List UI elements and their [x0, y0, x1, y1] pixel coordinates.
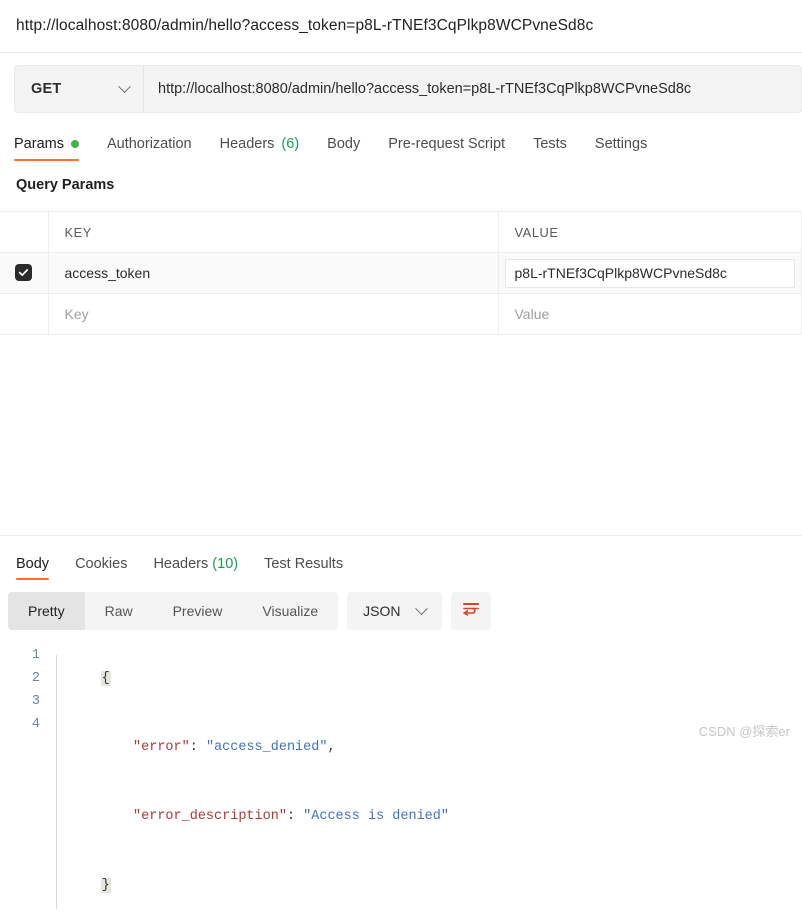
line-number: 2	[31, 671, 40, 686]
empty-param-key-cell[interactable]: Key	[48, 293, 499, 335]
table-header-checkbox-cell	[0, 211, 49, 253]
line-number-gutter: 1 2 3 4	[0, 644, 52, 920]
tab-authorization[interactable]: Authorization	[107, 136, 208, 161]
response-tab-body[interactable]: Body	[8, 556, 57, 580]
chevron-down-icon	[414, 601, 428, 615]
request-tabs: Params Authorization Headers (6) Body Pr…	[14, 127, 802, 161]
wrap-text-button[interactable]	[450, 592, 491, 630]
chevron-down-icon	[118, 79, 131, 93]
query-params-heading: Query Params	[16, 177, 115, 193]
response-view-mode-group: Pretty Raw Preview Visualize	[8, 592, 339, 630]
tab-tests[interactable]: Tests	[533, 136, 583, 161]
response-tab-test-results[interactable]: Test Results	[256, 556, 351, 580]
http-method-label: GET	[31, 81, 62, 97]
tab-tests-label: Tests	[533, 136, 567, 152]
line-number: 1	[31, 648, 40, 663]
tab-headers-count: (6)	[281, 136, 300, 152]
query-params-table: KEY VALUE access_token p8L-rTNEf3CqPlkp8…	[0, 211, 802, 335]
wrap-text-icon	[462, 601, 480, 622]
request-bar: GET http://localhost:8080/admin/hello?ac…	[14, 65, 802, 113]
json-close-brace: }	[100, 878, 111, 893]
tab-pre-request-script-label: Pre-request Script	[388, 136, 506, 152]
tab-params-label: Params	[14, 136, 64, 152]
response-format-toolbar: Pretty Raw Preview Visualize JSON	[8, 592, 802, 630]
json-key: "error_description"	[133, 809, 287, 824]
response-tabs: Body Cookies Headers (10) Test Results	[8, 550, 802, 580]
tab-settings-label: Settings	[594, 136, 648, 152]
tab-headers-label: Headers	[219, 136, 275, 152]
param-value-input[interactable]: p8L-rTNEf3CqPlkp8WCPvneSd8c	[504, 258, 795, 288]
param-value-cell[interactable]: p8L-rTNEf3CqPlkp8WCPvneSd8c	[498, 252, 802, 294]
empty-request-area	[0, 335, 802, 535]
view-mode-raw[interactable]: Raw	[85, 592, 153, 630]
response-tab-cookies-label: Cookies	[75, 556, 128, 572]
line-number: 3	[31, 694, 40, 709]
tab-headers[interactable]: Headers (6)	[220, 136, 316, 161]
line-number: 4	[31, 717, 40, 732]
response-tab-headers-count: (10)	[212, 556, 239, 572]
tab-authorization-label: Authorization	[106, 136, 192, 152]
empty-param-key-placeholder: Key	[64, 306, 89, 322]
response-language-select[interactable]: JSON	[347, 592, 442, 630]
param-key-text: access_token	[64, 265, 151, 281]
page-title: http://localhost:8080/admin/hello?access…	[16, 17, 594, 34]
table-row: Key Value	[0, 293, 802, 335]
params-modified-dot-icon	[70, 140, 79, 148]
table-row: access_token p8L-rTNEf3CqPlkp8WCPvneSd8c	[0, 252, 802, 294]
response-tab-headers[interactable]: Headers (10)	[145, 556, 246, 580]
tab-pre-request-script[interactable]: Pre-request Script	[388, 136, 521, 161]
empty-param-value-cell[interactable]: Value	[498, 293, 802, 335]
http-method-select[interactable]: GET	[14, 65, 144, 113]
code-content[interactable]: { "error": "access_denied", "error_descr…	[52, 644, 802, 920]
response-body-code: 1 2 3 4 { "error": "access_denied", "err…	[0, 644, 802, 920]
watermark: CSDN @探索er	[698, 724, 790, 739]
table-header-value: VALUE	[498, 211, 802, 253]
response-tab-test-results-label: Test Results	[264, 556, 344, 572]
request-url-text: http://localhost:8080/admin/hello?access…	[158, 81, 692, 97]
response-language-label: JSON	[363, 603, 401, 619]
table-header-key: KEY	[48, 211, 499, 253]
code-line: {	[52, 644, 802, 713]
json-open-brace: {	[100, 671, 111, 686]
param-enabled-cell	[0, 252, 49, 294]
request-url-input[interactable]: http://localhost:8080/admin/hello?access…	[144, 65, 802, 113]
empty-param-checkbox-cell	[0, 293, 49, 335]
response-divider	[0, 535, 802, 536]
response-tab-cookies[interactable]: Cookies	[67, 556, 135, 580]
tab-settings[interactable]: Settings	[595, 136, 663, 161]
tab-body[interactable]: Body	[327, 136, 376, 161]
param-key-cell[interactable]: access_token	[48, 252, 499, 294]
view-mode-visualize[interactable]: Visualize	[242, 592, 338, 630]
json-value: "Access is denied"	[303, 809, 449, 824]
code-line: }	[52, 851, 802, 920]
empty-param-value-placeholder: Value	[514, 306, 550, 322]
tab-params[interactable]: Params	[14, 136, 95, 161]
response-tab-headers-label: Headers	[153, 556, 209, 572]
table-header-row: KEY VALUE	[0, 211, 802, 253]
json-colon: :	[286, 809, 304, 824]
view-mode-preview[interactable]: Preview	[153, 592, 243, 630]
tab-body-label: Body	[327, 136, 361, 152]
response-tab-body-label: Body	[16, 556, 50, 572]
view-mode-pretty[interactable]: Pretty	[8, 592, 85, 630]
page-title-bar: http://localhost:8080/admin/hello?access…	[0, 0, 802, 53]
code-line: "error_description": "Access is denied"	[52, 782, 802, 851]
param-enabled-checkbox[interactable]	[15, 264, 33, 282]
